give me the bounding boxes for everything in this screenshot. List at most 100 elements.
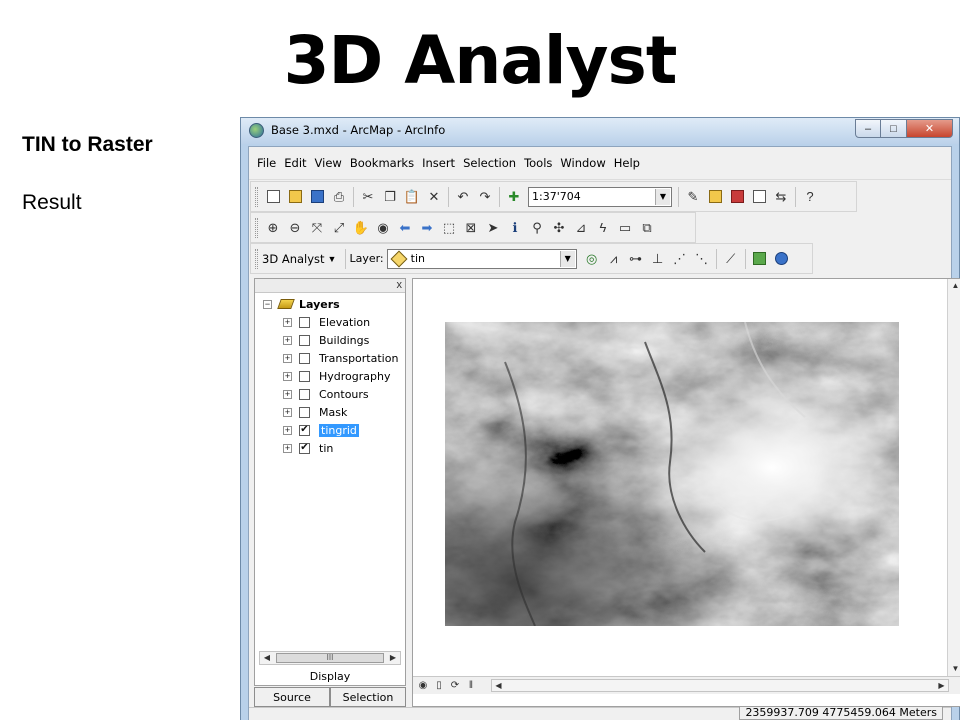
- toc-layer-row[interactable]: + Mask: [283, 403, 347, 421]
- toc-layer-row[interactable]: + Buildings: [283, 331, 369, 349]
- zoom-in-icon[interactable]: ⊕: [262, 217, 284, 239]
- scroll-thumb[interactable]: III: [276, 653, 384, 663]
- toc-layer-row[interactable]: + ✔ tingrid: [283, 421, 359, 439]
- create-viewer-window-icon[interactable]: ⧉: [636, 217, 658, 239]
- toolbar-grip[interactable]: [255, 248, 258, 269]
- toc-root-row[interactable]: − Layers: [263, 295, 340, 313]
- expand-icon[interactable]: +: [283, 425, 292, 435]
- scroll-right-icon[interactable]: ▶: [386, 652, 400, 664]
- paste-icon[interactable]: 📋: [401, 186, 423, 208]
- chevron-down-icon[interactable]: ▼: [559, 250, 575, 267]
- chevron-down-icon[interactable]: ▼: [655, 188, 670, 205]
- select-features-icon[interactable]: ⬚: [438, 217, 460, 239]
- layer-label[interactable]: Mask: [319, 406, 347, 419]
- clear-selection-icon[interactable]: ⊠: [460, 217, 482, 239]
- chevron-down-icon[interactable]: ▼: [328, 254, 337, 264]
- arcscene-icon[interactable]: [749, 248, 771, 270]
- contour-tool-icon[interactable]: ◎: [581, 248, 603, 270]
- delete-icon[interactable]: ✕: [423, 186, 445, 208]
- toolbar-grip[interactable]: [255, 186, 258, 207]
- toc-layer-row[interactable]: + Hydrography: [283, 367, 390, 385]
- whats-this-help-icon[interactable]: ?: [799, 186, 821, 208]
- open-folder-icon[interactable]: [284, 186, 306, 208]
- arctoolbox-icon[interactable]: [726, 186, 748, 208]
- previous-extent-arrow-icon[interactable]: ⬅: [394, 217, 416, 239]
- fixed-zoom-in-icon[interactable]: ⤧: [306, 217, 328, 239]
- full-extent-globe-icon[interactable]: ◉: [372, 217, 394, 239]
- menu-bookmarks[interactable]: Bookmarks: [346, 156, 418, 170]
- pan-hand-icon[interactable]: ✋: [350, 217, 372, 239]
- close-button[interactable]: ✕: [907, 119, 953, 138]
- expand-icon[interactable]: +: [283, 371, 292, 381]
- go-to-xy-icon[interactable]: ✣: [548, 217, 570, 239]
- model-builder-icon[interactable]: ⇆: [770, 186, 792, 208]
- map-vertical-scrollbar[interactable]: ▲ ▼: [947, 279, 960, 676]
- layer-visibility-checkbox[interactable]: [299, 370, 310, 382]
- layout-view-page-icon[interactable]: ▯: [432, 679, 446, 693]
- menu-help[interactable]: Help: [610, 156, 644, 170]
- line-of-sight-icon[interactable]: ⊶: [625, 248, 647, 270]
- layer-label[interactable]: Buildings: [319, 334, 369, 347]
- layer-label[interactable]: Hydrography: [319, 370, 390, 383]
- print-icon[interactable]: ⎙: [328, 186, 350, 208]
- layer-visibility-checkbox[interactable]: [299, 406, 310, 418]
- layer-label[interactable]: Elevation: [319, 316, 370, 329]
- html-popup-icon[interactable]: ▭: [614, 217, 636, 239]
- catalog-icon[interactable]: [704, 186, 726, 208]
- steepest-path-icon[interactable]: ⩘: [603, 248, 625, 270]
- toc-horizontal-scrollbar[interactable]: ◀ III ▶: [259, 651, 401, 665]
- layer-label[interactable]: tin: [319, 442, 333, 455]
- fixed-zoom-out-icon[interactable]: ⤢: [328, 217, 350, 239]
- undo-icon[interactable]: ↶: [452, 186, 474, 208]
- toc-layer-row[interactable]: + Elevation: [283, 313, 370, 331]
- save-icon[interactable]: [306, 186, 328, 208]
- cut-icon[interactable]: ✂: [357, 186, 379, 208]
- measure-icon[interactable]: ⊿: [570, 217, 592, 239]
- menu-window[interactable]: Window: [556, 156, 609, 170]
- expand-icon[interactable]: +: [283, 317, 292, 327]
- next-extent-arrow-icon[interactable]: ➡: [416, 217, 438, 239]
- layer-label[interactable]: Contours: [319, 388, 369, 401]
- hyperlink-lightning-icon[interactable]: ϟ: [592, 217, 614, 239]
- window-titlebar[interactable]: Base 3.mxd - ArcMap - ArcInfo – □ ✕: [241, 118, 959, 144]
- profile-graph-icon[interactable]: ⟋: [720, 248, 742, 270]
- menu-view[interactable]: View: [311, 156, 346, 170]
- expand-icon[interactable]: +: [283, 335, 292, 345]
- layer-combobox[interactable]: tin ▼: [386, 248, 577, 269]
- interpolate-point-icon[interactable]: ⊥: [647, 248, 669, 270]
- editor-toolbar-icon[interactable]: ✎: [682, 186, 704, 208]
- layer-label-selected[interactable]: tingrid: [319, 423, 359, 437]
- toc-layer-row[interactable]: + Contours: [283, 385, 369, 403]
- map-canvas[interactable]: [413, 279, 947, 676]
- expand-icon[interactable]: +: [283, 443, 292, 453]
- interpolate-polygon-icon[interactable]: ⋱: [691, 248, 713, 270]
- map-horizontal-scrollbar[interactable]: ◀ ▶: [491, 679, 949, 692]
- select-elements-pointer-icon[interactable]: ➤: [482, 217, 504, 239]
- layer-visibility-checkbox[interactable]: [299, 388, 310, 400]
- copy-icon[interactable]: ❐: [379, 186, 401, 208]
- layer-visibility-checkbox[interactable]: [299, 316, 310, 328]
- 3d-analyst-menu[interactable]: 3D Analyst: [262, 252, 325, 266]
- toc-root-label[interactable]: Layers: [299, 298, 340, 311]
- find-binoculars-icon[interactable]: ⚲: [526, 217, 548, 239]
- arcglobe-icon[interactable]: [771, 248, 793, 270]
- maximize-button[interactable]: □: [881, 119, 907, 138]
- expand-icon[interactable]: +: [283, 389, 292, 399]
- add-data-icon[interactable]: ✚: [503, 186, 525, 208]
- toc-display-tab-label[interactable]: Display: [255, 670, 405, 683]
- layer-visibility-checkbox[interactable]: ✔: [299, 442, 310, 454]
- scroll-up-icon[interactable]: ▲: [948, 279, 960, 293]
- menu-file[interactable]: File: [253, 156, 280, 170]
- data-view-globe-icon[interactable]: ◉: [416, 679, 430, 693]
- zoom-out-icon[interactable]: ⊖: [284, 217, 306, 239]
- tab-source[interactable]: Source: [254, 687, 330, 707]
- collapse-icon[interactable]: −: [263, 299, 272, 309]
- menu-edit[interactable]: Edit: [280, 156, 310, 170]
- layer-label[interactable]: Transportation: [319, 352, 398, 365]
- scroll-right-icon[interactable]: ▶: [935, 680, 948, 691]
- map-scale-combobox[interactable]: 1:37'704 ▼: [528, 186, 672, 207]
- pause-drawing-icon[interactable]: ‖: [464, 679, 478, 693]
- menu-insert[interactable]: Insert: [418, 156, 459, 170]
- toc-layer-row[interactable]: + ✔ tin: [283, 439, 333, 457]
- menu-selection[interactable]: Selection: [459, 156, 520, 170]
